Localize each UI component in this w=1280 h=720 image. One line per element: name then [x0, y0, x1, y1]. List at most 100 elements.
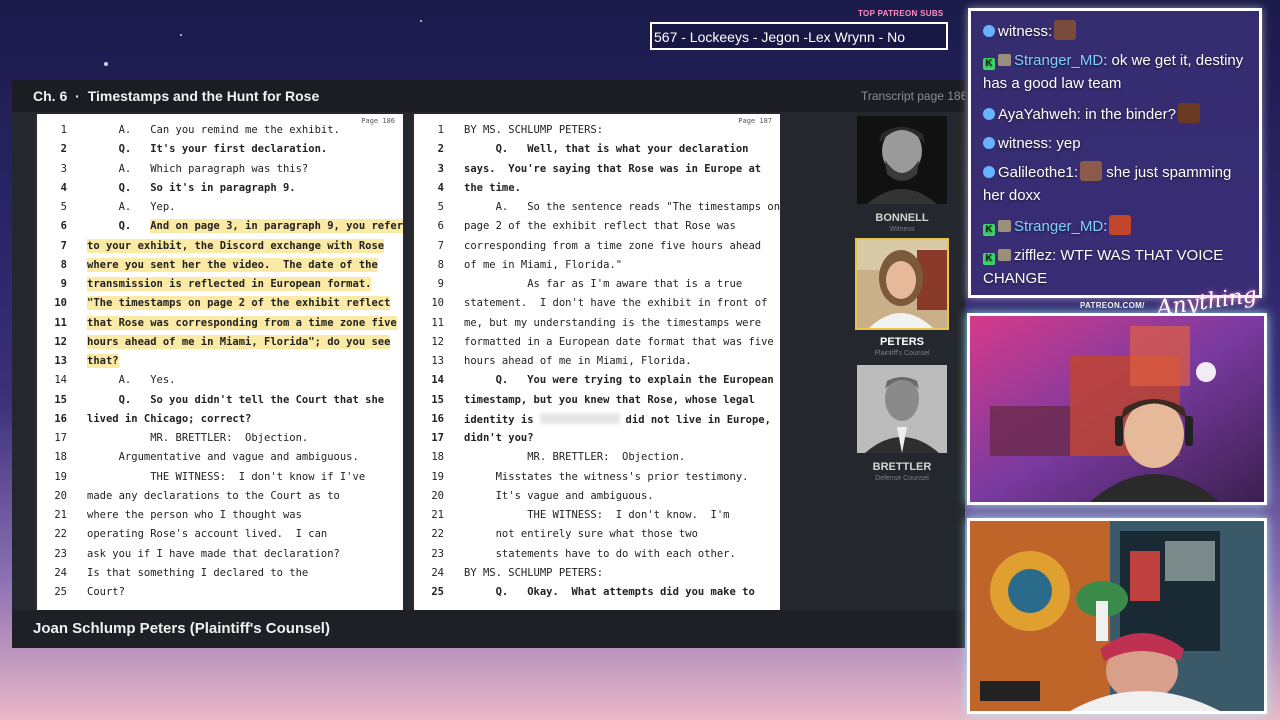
- line-content: THE WITNESS: I don't know if I've: [87, 470, 366, 483]
- line-number: 19: [431, 470, 444, 483]
- line-number: 2: [437, 143, 444, 156]
- line-text: A. Yes.: [87, 374, 176, 386]
- line-text: THE WITNESS: I don't know if I've: [87, 471, 365, 483]
- guest-webcam: [967, 518, 1267, 714]
- line-number: 16: [431, 412, 444, 425]
- line-content: transmission is reflected in European fo…: [87, 277, 372, 291]
- chat-username[interactable]: zifflez: [1014, 247, 1052, 264]
- line-number: 25: [54, 586, 67, 598]
- chapter-separator: ·: [75, 88, 80, 104]
- chat-message: witness: yep: [983, 132, 1255, 155]
- transcript-line: 19 Misstates the witness's prior testimo…: [414, 467, 780, 486]
- line-text: hours ahead of me in Miami, Florida.: [464, 355, 692, 367]
- redacted-name: [539, 412, 620, 424]
- line-text: Q. So it's in paragraph 9.: [87, 182, 296, 194]
- transcript-line: 21 THE WITNESS: I don't know. I'm: [414, 505, 780, 524]
- line-number: 17: [54, 432, 67, 444]
- transcript-line: 13 hours ahead of me in Miami, Florida.: [414, 351, 780, 370]
- speaker-photo: [855, 363, 949, 455]
- line-number: 12: [54, 335, 67, 348]
- line-number: 25: [431, 586, 444, 598]
- transcript-page-left: Page 186 1 A. Can you remind me the exhi…: [34, 114, 403, 610]
- line-content: A. So the sentence reads "The timestamps…: [464, 201, 780, 213]
- line-content: And on page 3, in paragraph 9, you refer: [150, 219, 403, 234]
- line-text: corresponding from a time zone five hour…: [464, 240, 761, 252]
- chat-username[interactable]: witness: [998, 135, 1048, 152]
- line-text: not entirely sure what those two: [464, 528, 698, 540]
- transcript-line: 25 Q. Okay. What attempts did you make t…: [414, 582, 780, 601]
- line-number: 10: [54, 297, 67, 310]
- chapter-title: Ch. 6 · Timestamps and the Hunt for Rose: [33, 88, 319, 104]
- speaker-photo: [855, 114, 949, 206]
- transcript-line: 4 the time.: [414, 178, 780, 197]
- line-text: statements have to do with each other.: [464, 548, 736, 560]
- line-number: 18: [54, 451, 67, 464]
- patreon-ticker-text: 567 - Lockeeys - Jegon -Lex Wrynn - No: [654, 29, 906, 45]
- chat-username[interactable]: Galileothe1: [998, 164, 1074, 181]
- line-text: page 2 of the exhibit reflect that Rose …: [464, 220, 736, 232]
- chat-emote-icon: [1109, 215, 1132, 235]
- line-content: made any declarations to the Court as to: [87, 489, 340, 502]
- line-number: 7: [437, 239, 444, 252]
- line-content: statement. I don't have the exhibit in f…: [464, 297, 768, 310]
- chat-username[interactable]: AyaYahweh: [998, 106, 1077, 123]
- line-content: that?: [87, 354, 119, 368]
- line-text: Q. Well, that is what your declaration: [464, 143, 749, 156]
- chat-username[interactable]: witness: [998, 23, 1048, 40]
- line-text: A. Which paragraph was this?: [87, 163, 309, 175]
- line-text: the time.: [464, 182, 521, 194]
- line-content: hours ahead of me in Miami, Florida"; do…: [87, 334, 391, 349]
- line-text: A. Can you remind me the exhibit.: [87, 124, 340, 136]
- speaker-role: Defense Counsel: [875, 475, 929, 482]
- transcript-line: 10 statement. I don't have the exhibit in…: [414, 293, 780, 312]
- line-text: statement. I don't have the exhibit in f…: [464, 297, 767, 309]
- transcript-line: 15 timestamp, but you knew that Rose, who…: [414, 390, 780, 409]
- chat-username[interactable]: Stranger_MD: [1014, 218, 1103, 235]
- chat-username[interactable]: Stranger_MD: [1014, 52, 1103, 69]
- line-number: 3: [437, 162, 444, 175]
- transcript-line: 6 Q. And on page 3, in paragraph 9, you …: [37, 216, 403, 235]
- chapter-name: Timestamps and the Hunt for Rose: [87, 88, 320, 104]
- line-content: Q. Well, that is what your declaration: [464, 143, 749, 156]
- transcript-line: 3 A. Which paragraph was this?: [37, 159, 403, 178]
- line-prefix: Q.: [87, 220, 151, 233]
- line-content: says. You're saying that Rose was in Eur…: [464, 162, 762, 175]
- line-number: 6: [60, 220, 67, 233]
- line-text: A. So the sentence reads "The timestamps…: [464, 201, 780, 213]
- line-content: Q. So you didn't tell the Court that she: [87, 393, 385, 406]
- transcript-line: 25 Court?: [37, 582, 403, 601]
- line-text: Is that something I declared to the: [87, 567, 308, 579]
- line-number: 14: [431, 374, 444, 387]
- transcript-page-label: Transcript page 186: [861, 89, 965, 103]
- line-text: lived in Chicago; correct?: [87, 413, 251, 425]
- transcript-line: 20 It's vague and ambiguous.: [414, 486, 780, 505]
- line-content: operating Rose's account lived. I can: [87, 528, 328, 541]
- line-text: that?: [87, 354, 119, 368]
- line-text: Q. And on page 3, in paragraph 9, you re…: [87, 219, 403, 234]
- line-number: 11: [54, 316, 67, 329]
- line-text: "The timestamps on page 2 of the exhibit…: [87, 296, 391, 311]
- line-text: BY MS. SCHLUMP PETERS:: [464, 567, 603, 579]
- line-number: 14: [54, 374, 67, 387]
- user-badge-icon: [983, 25, 995, 37]
- line-text: As far as I'm aware that is a true: [464, 278, 742, 290]
- line-number: 11: [431, 316, 444, 329]
- transcript-line: 14 Q. You were trying to explain the Eur…: [414, 370, 780, 389]
- transcript-line: 1 BY MS. SCHLUMP PETERS:: [414, 120, 780, 139]
- line-number: 8: [437, 258, 444, 271]
- line-number: 21: [54, 509, 67, 521]
- line-text: that Rose was corresponding from a time …: [87, 315, 397, 330]
- line-content: MR. BRETTLER: Objection.: [87, 432, 309, 444]
- line-number: 7: [60, 239, 67, 252]
- line-content-after: did not live in Europe,: [625, 413, 771, 426]
- transcript-line: 1 A. Can you remind me the exhibit.: [37, 120, 403, 139]
- user-badge-icon: [983, 137, 995, 149]
- transcript-line: 18 Argumentative and vague and ambiguous…: [37, 447, 403, 466]
- chat-message: witness:: [983, 20, 1255, 43]
- line-number: 21: [431, 509, 444, 521]
- speaker-role: Plaintiff's Counsel: [874, 350, 930, 357]
- line-number: 3: [60, 162, 67, 175]
- line-text: says. You're saying that Rose was in Eur…: [464, 163, 761, 175]
- line-text: It's vague and ambiguous.: [464, 490, 654, 502]
- line-number: 9: [437, 278, 444, 290]
